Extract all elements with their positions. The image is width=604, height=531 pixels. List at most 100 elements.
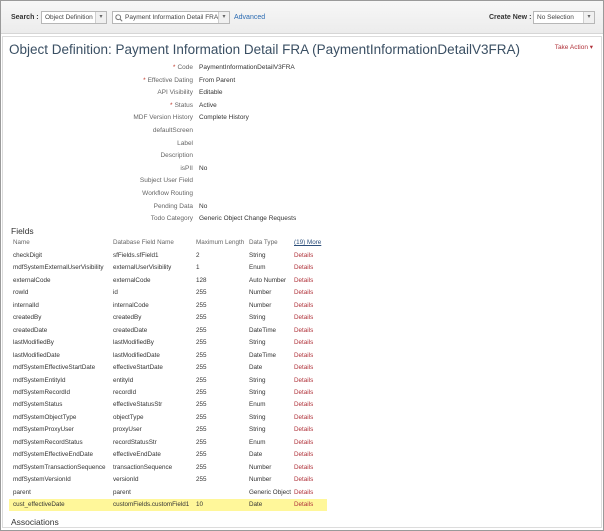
db-field-cell: recordStatusStr (113, 438, 157, 446)
table-row: lastModifiedDate lastModifiedDate 255 DateT… (9, 350, 327, 362)
property-label: Subject User Field (23, 177, 193, 184)
field-name-cell: createdDate (13, 326, 48, 334)
details-link[interactable]: Details (294, 476, 313, 483)
property-label: isPII (23, 165, 193, 172)
details-link[interactable]: Details (294, 289, 313, 296)
details-link[interactable]: Details (294, 389, 313, 396)
details-link[interactable]: Details (294, 401, 313, 408)
max-length-cell: 1 (196, 264, 200, 272)
property-label-text: Effective Dating (147, 76, 193, 84)
details-link[interactable]: Details (294, 339, 313, 346)
field-name-cell: mdfSystemRecordStatus (13, 438, 83, 446)
field-name-cell: lastModifiedDate (13, 351, 60, 359)
db-field-cell: externalCode (113, 276, 151, 284)
property-value: Active (199, 101, 217, 109)
data-type-cell: DateTime (249, 326, 277, 334)
table-row: mdfSystemProxyUser proxyUser 255 String Deta… (9, 424, 327, 436)
table-row: mdfSystemExternalUserVisibility externalU… (9, 262, 327, 274)
column-header-data-type: Data Type (249, 239, 278, 246)
details-link[interactable]: Details (294, 439, 313, 446)
max-length-cell: 255 (196, 463, 207, 471)
field-name-cell: mdfSystemProxyUser (13, 426, 74, 434)
create-new-dropdown[interactable]: No Selection ▾ (533, 11, 595, 24)
property-label-text: API Visibility (157, 89, 193, 97)
property-row: Label (3, 140, 403, 152)
details-link[interactable]: Details (294, 327, 313, 334)
data-type-cell: Number (249, 289, 272, 297)
property-row: Workflow Routing (3, 190, 403, 202)
property-label-text: Todo Category (150, 215, 193, 223)
property-label: Pending Data (23, 203, 193, 210)
max-length-cell: 255 (196, 451, 207, 459)
property-label-text: Workflow Routing (142, 190, 193, 197)
field-name-cell: internalId (13, 301, 39, 309)
property-row: Todo Category Generic Object Change Reque… (3, 215, 403, 227)
details-link[interactable]: Details (294, 489, 313, 496)
column-header-max-length: Maximum Length (196, 239, 245, 246)
required-marker: * (170, 101, 173, 109)
table-row: createdDate createdDate 255 DateTime Details (9, 325, 327, 337)
search-type-dropdown[interactable]: Object Definition ▾ (41, 11, 107, 24)
data-type-cell: Number (249, 301, 272, 309)
property-label: defaultScreen (23, 127, 193, 134)
data-type-cell: String (249, 426, 266, 434)
table-row: parent parent Generic Object Details (9, 487, 327, 499)
table-row: mdfSystemEntityId entityId 255 String Detail… (9, 375, 327, 387)
details-link[interactable]: Details (294, 352, 313, 359)
details-link[interactable]: Details (294, 377, 313, 384)
chevron-down-icon: ▾ (218, 12, 229, 23)
property-value: No (199, 202, 208, 210)
max-length-cell: 255 (196, 339, 207, 347)
max-length-cell: 255 (196, 314, 207, 322)
field-name-cell: mdfSystemEntityId (13, 376, 66, 384)
details-link[interactable]: Details (294, 414, 313, 421)
data-type-cell: Enum (249, 401, 266, 409)
data-type-cell: String (249, 376, 266, 384)
field-name-cell: cust_effectiveDate (13, 501, 65, 508)
db-field-cell: externalUserVisibility (113, 264, 172, 272)
table-row: mdfSystemVersionId versionId 255 Number Deta… (9, 474, 327, 486)
property-row: Subject User Field (3, 177, 403, 189)
data-type-cell: Date (249, 364, 263, 372)
max-length-cell: 255 (196, 364, 207, 372)
details-link[interactable]: Details (294, 451, 313, 458)
table-row: checkDigit sfFields.sfField1 2 String Detail… (9, 250, 327, 262)
property-label: Todo Category (23, 215, 193, 222)
field-name-cell: mdfSystemStatus (13, 401, 63, 409)
max-length-cell: 255 (196, 401, 207, 409)
max-length-cell: 255 (196, 301, 207, 309)
db-field-cell: recordId (113, 388, 137, 396)
required-marker: * (172, 64, 176, 71)
db-field-cell: internalCode (113, 301, 149, 309)
data-type-cell: String (249, 252, 266, 259)
db-field-cell: effectiveStartDate (113, 364, 163, 372)
max-length-cell: 255 (196, 413, 207, 421)
details-link[interactable]: Details (294, 314, 313, 321)
advanced-search-link[interactable]: Advanced (234, 14, 265, 21)
details-link[interactable]: Details (294, 277, 313, 284)
table-row: mdfSystemTransactionSequence transactionS… (9, 462, 327, 474)
field-name-cell: parent (13, 488, 31, 496)
property-row: * Status Active (3, 102, 403, 114)
property-row: Pending Data No (3, 203, 403, 215)
column-header-db-field: Database Field Name (113, 239, 174, 246)
details-link[interactable]: Details (294, 501, 313, 508)
property-value: From Parent (199, 76, 236, 84)
db-field-cell: lastModifiedDate (113, 351, 160, 359)
more-columns-link[interactable]: (19) More (294, 239, 321, 246)
details-link[interactable]: Details (294, 302, 313, 309)
data-type-cell: Enum (249, 438, 266, 446)
details-link[interactable]: Details (294, 252, 313, 259)
take-action-menu[interactable]: Take Action ▾ (555, 43, 593, 51)
field-name-cell: checkDigit (13, 252, 43, 259)
data-type-cell: String (249, 339, 266, 347)
max-length-cell: 2 (196, 252, 200, 259)
details-link[interactable]: Details (294, 264, 313, 271)
field-name-cell: rowId (13, 289, 29, 297)
details-link[interactable]: Details (294, 364, 313, 371)
details-link[interactable]: Details (294, 426, 313, 433)
details-link[interactable]: Details (294, 464, 313, 471)
property-label-text: MDF Version History (133, 114, 193, 122)
property-label-text: Status (174, 101, 193, 109)
search-object-input[interactable]: Payment Information Detail FRA ▾ (112, 11, 230, 24)
